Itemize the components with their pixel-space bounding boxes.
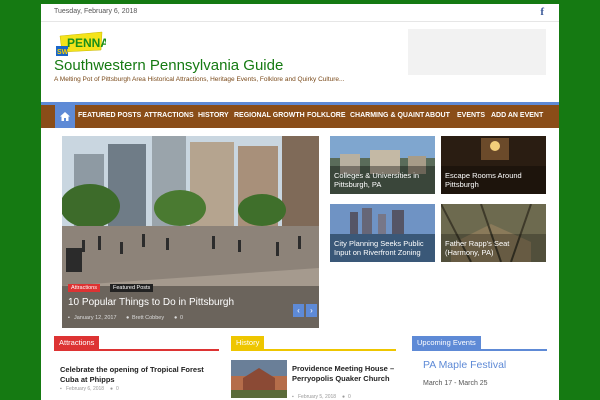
hero-date[interactable]: January 12, 2017: [74, 315, 117, 321]
svg-text:PENNA: PENNA: [67, 36, 106, 50]
facebook-icon[interactable]: f: [540, 6, 544, 18]
featured-thumb-escape-rooms[interactable]: Escape Rooms Around Pittsburgh: [441, 136, 546, 194]
hero-title[interactable]: 10 Popular Things to Do in Pittsburgh: [68, 297, 234, 308]
nav-featured-posts[interactable]: FEATURED POSTS: [78, 112, 141, 119]
calendar-icon: ▪: [68, 315, 70, 321]
comment-icon: ●: [342, 394, 346, 400]
section-label[interactable]: Upcoming Events: [412, 336, 481, 349]
hero-author[interactable]: Brett Cobbey: [132, 315, 164, 321]
history-post-comments[interactable]: 0: [348, 394, 351, 400]
home-icon[interactable]: [55, 105, 75, 128]
hero-tag-attractions[interactable]: Attractions: [68, 284, 100, 292]
section-label[interactable]: History: [231, 336, 265, 349]
history-post-thumb[interactable]: [231, 360, 287, 398]
author-icon: ●: [126, 315, 130, 321]
nav-history[interactable]: HISTORY: [198, 112, 229, 119]
event-dates: March 17 - March 25: [423, 380, 488, 387]
featured-thumb-father-rapp[interactable]: Father Rapp's Seat (Harmony, PA): [441, 204, 546, 262]
nav-folklore[interactable]: FOLKLORE: [307, 112, 346, 119]
current-date: Tuesday, February 6, 2018: [54, 8, 138, 15]
site-title[interactable]: Southwestern Pennsylvania Guide: [54, 57, 283, 74]
nav-charming-quaint[interactable]: CHARMING & QUAINT: [350, 112, 424, 119]
section-events-header: Upcoming Events: [412, 336, 547, 351]
thumb-title[interactable]: Colleges & Universities in Pittsburgh, P…: [334, 171, 431, 189]
chevron-left-icon[interactable]: ‹: [293, 304, 304, 317]
chevron-right-icon[interactable]: ›: [306, 304, 317, 317]
attractions-post-title[interactable]: Celebrate the opening of Tropical Forest…: [60, 365, 220, 384]
event-title[interactable]: PA Maple Festival: [423, 359, 506, 371]
nav-attractions[interactable]: ATTRACTIONS: [144, 112, 194, 119]
svg-text:SW: SW: [57, 49, 69, 56]
header-ad-area: [408, 29, 546, 75]
featured-thumb-colleges[interactable]: Colleges & Universities in Pittsburgh, P…: [330, 136, 435, 194]
attractions-post-date[interactable]: February 6, 2018: [66, 386, 104, 392]
comment-icon: ●: [110, 386, 114, 392]
history-post-date[interactable]: February 5, 2018: [298, 394, 336, 400]
nav-add-event[interactable]: ADD AN EVENT: [491, 112, 543, 119]
thumb-title[interactable]: City Planning Seeks Public Input on Rive…: [334, 239, 431, 257]
hero-tag-featured[interactable]: Featured Posts: [110, 284, 154, 292]
site-logo[interactable]: PENNA SW: [56, 30, 109, 58]
attractions-post-comments[interactable]: 0: [116, 386, 119, 392]
section-label[interactable]: Attractions: [54, 336, 100, 349]
section-attractions-header: Attractions: [54, 336, 219, 351]
thumb-title[interactable]: Father Rapp's Seat (Harmony, PA): [445, 239, 542, 257]
thumb-title[interactable]: Escape Rooms Around Pittsburgh: [445, 171, 542, 189]
section-history-header: History: [231, 336, 396, 351]
page: Tuesday, February 6, 2018 f PENNA SW Sou…: [41, 4, 559, 400]
comment-icon: ●: [174, 315, 178, 321]
calendar-icon: ▪: [60, 386, 62, 392]
top-bar: Tuesday, February 6, 2018 f: [41, 4, 559, 22]
site-tagline: A Melting Pot of Pittsburgh Area Histori…: [54, 76, 345, 83]
hero-comments[interactable]: 0: [180, 315, 183, 321]
nav-events[interactable]: EVENTS: [457, 112, 485, 119]
hero-slider[interactable]: Attractions Featured Posts 10 Popular Th…: [62, 136, 319, 328]
featured-thumb-city-planning[interactable]: City Planning Seeks Public Input on Rive…: [330, 204, 435, 262]
nav-about[interactable]: ABOUT: [425, 112, 450, 119]
main-nav: FEATURED POSTS ATTRACTIONS HISTORY REGIO…: [41, 102, 559, 128]
calendar-icon: ▪: [292, 394, 294, 400]
history-post-title[interactable]: Providence Meeting House – Perryopolis Q…: [292, 364, 397, 383]
nav-regional-growth[interactable]: REGIONAL GROWTH: [234, 112, 305, 119]
